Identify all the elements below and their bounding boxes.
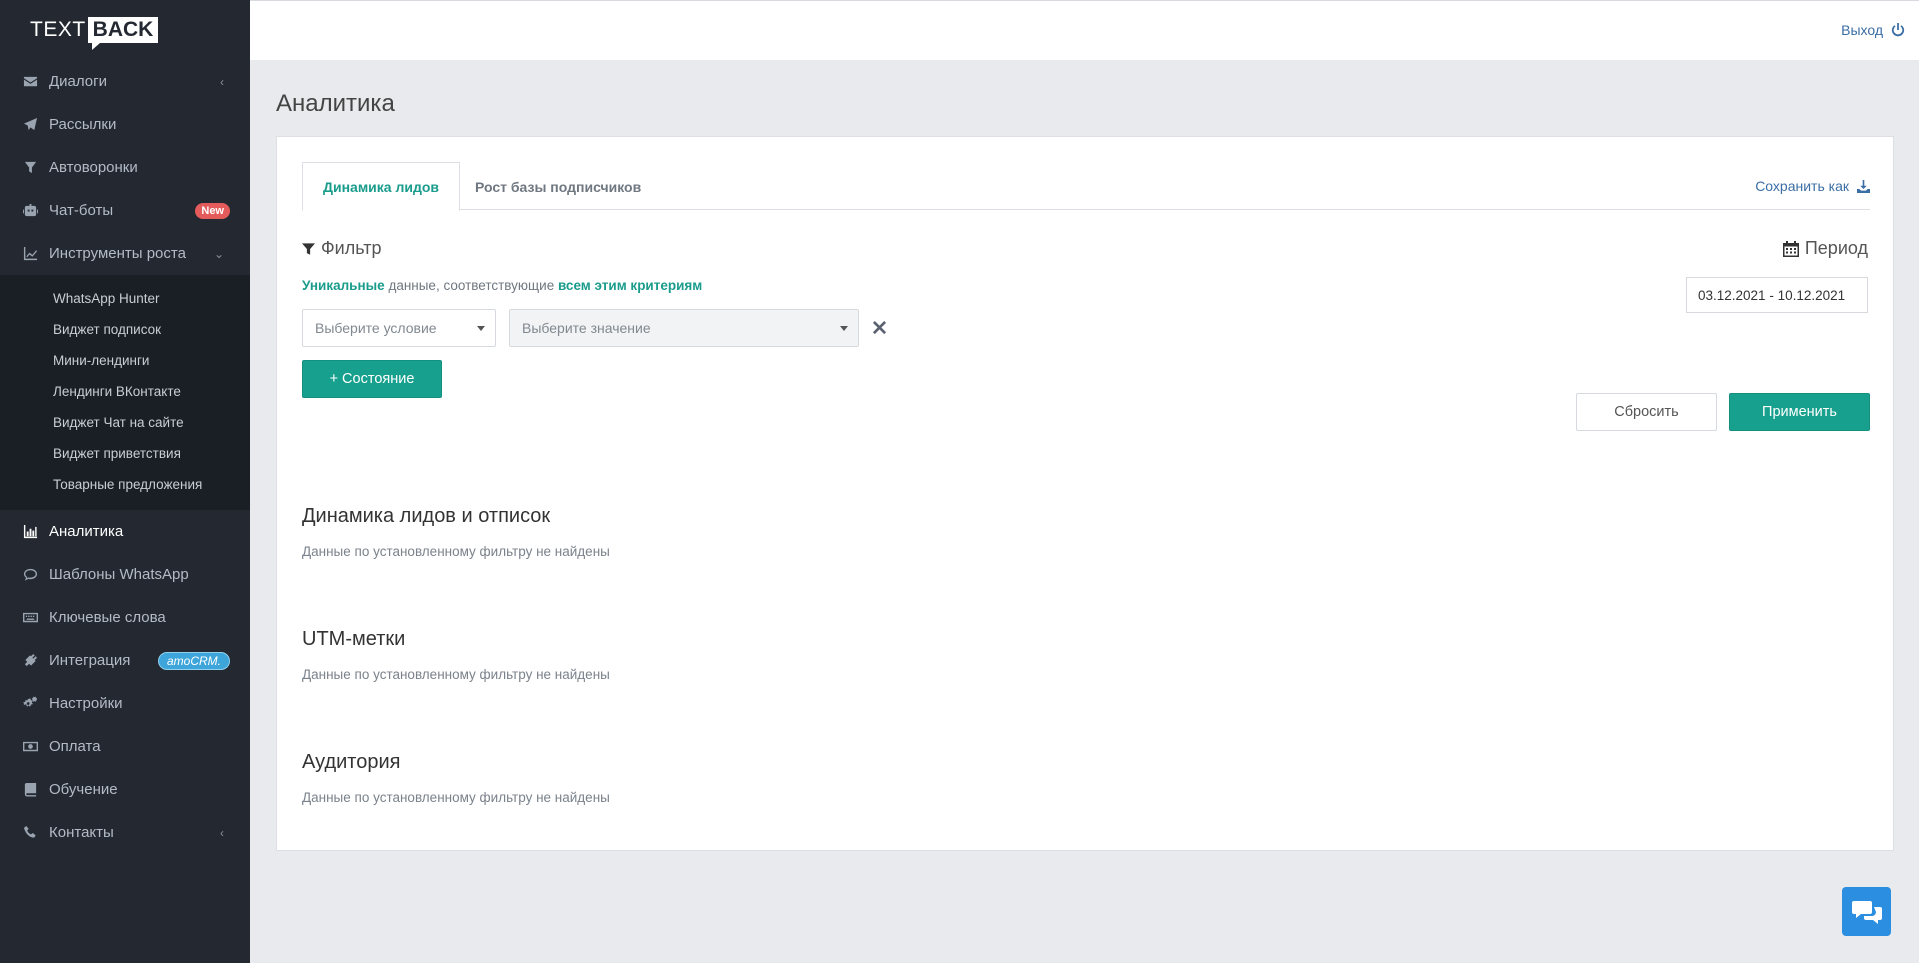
- sidebar-item-label: Шаблоны WhatsApp: [49, 566, 189, 583]
- value-select-placeholder: Выберите значение: [522, 320, 651, 336]
- sidebar-item-label: Рассылки: [49, 116, 117, 133]
- submenu-item-welcome-widget[interactable]: Виджет приветствия: [0, 438, 250, 469]
- sidebar-item-label: Аналитика: [49, 523, 124, 540]
- sidebar-item-label: Настройки: [49, 695, 123, 712]
- money-icon: [22, 739, 38, 755]
- add-state-button[interactable]: + Состояние: [302, 360, 442, 398]
- sidebar-item-label: Контакты: [49, 824, 114, 841]
- sidebar-item-label: Ключевые слова: [49, 609, 166, 626]
- logout-label: Выход: [1841, 22, 1883, 38]
- date-range-input[interactable]: 03.12.2021 - 10.12.2021: [1686, 277, 1868, 313]
- tab-bar: Динамика лидов Рост базы подписчиков Сох…: [302, 162, 1870, 211]
- section-empty-note: Данные по установленному фильтру не найд…: [302, 544, 610, 559]
- sidebar-item-integration[interactable]: Интеграция amoCRM.: [0, 639, 250, 682]
- submenu-item-product-offers[interactable]: Товарные предложения: [0, 469, 250, 500]
- sidebar-item-mailings[interactable]: Рассылки: [0, 103, 250, 146]
- sidebar-item-learning[interactable]: Обучение: [0, 768, 250, 811]
- filter-icon: [302, 242, 315, 255]
- section-title-audience: Аудитория: [302, 751, 401, 773]
- apply-button[interactable]: Применить: [1729, 393, 1870, 431]
- save-as-label: Сохранить как: [1755, 178, 1849, 194]
- chat-bubbles-icon: [1851, 900, 1882, 924]
- sidebar-item-label: Обучение: [49, 781, 118, 798]
- download-icon: [1857, 179, 1870, 193]
- new-badge: New: [195, 202, 230, 219]
- sidebar-item-label: Чат-боты: [49, 202, 114, 219]
- sidebar-item-analytics[interactable]: Аналитика: [0, 510, 250, 553]
- caret-down-icon: [840, 326, 848, 331]
- section-empty-note: Данные по установленному фильтру не найд…: [302, 790, 610, 805]
- logout-button[interactable]: Выход: [1841, 22, 1905, 38]
- calendar-icon: [1782, 240, 1799, 257]
- value-select[interactable]: Выберите значение: [509, 309, 859, 347]
- amocrm-badge: amoCRM.: [157, 651, 230, 670]
- reset-button[interactable]: Сбросить: [1576, 393, 1717, 431]
- top-bar: Выход: [250, 0, 1919, 60]
- book-icon: [22, 782, 38, 798]
- chat-support-button[interactable]: [1842, 887, 1891, 936]
- close-icon: [872, 320, 886, 334]
- growth-tools-submenu: WhatsApp Hunter Виджет подписок Мини-лен…: [0, 275, 250, 510]
- logo-back-part: BACK: [87, 17, 159, 50]
- sidebar-item-dialogs[interactable]: Диалоги ‹: [0, 60, 250, 103]
- tab-subscriber-growth[interactable]: Рост базы подписчиков: [455, 162, 661, 211]
- paper-plane-icon: [22, 117, 38, 133]
- submenu-item-whatsapp-hunter[interactable]: WhatsApp Hunter: [0, 283, 250, 314]
- sidebar: TEXT BACK Диалоги ‹ Рассылки Автоворонки…: [0, 0, 250, 963]
- filter-criteria-text: Уникальные данные, соответствующие всем …: [302, 278, 702, 293]
- criteria-unique-link[interactable]: Уникальные: [302, 278, 385, 293]
- chevron-left-icon: ‹: [220, 825, 224, 840]
- section-title-utm: UTM-метки: [302, 628, 406, 650]
- filter-title: Фильтр: [321, 238, 382, 258]
- filter-heading: Фильтр: [302, 238, 381, 259]
- bar-chart-icon: [22, 524, 38, 540]
- analytics-panel: Динамика лидов Рост базы подписчиков Сох…: [276, 136, 1894, 851]
- sidebar-item-settings[interactable]: Настройки: [0, 682, 250, 725]
- caret-down-icon: [477, 326, 485, 331]
- submenu-item-mini-landings[interactable]: Мини-лендинги: [0, 345, 250, 376]
- sidebar-item-label: Инструменты роста: [49, 245, 186, 262]
- sidebar-item-autofunnels[interactable]: Автоворонки: [0, 146, 250, 189]
- remove-condition-button[interactable]: [870, 318, 888, 336]
- logo-text-part: TEXT: [30, 18, 86, 41]
- comment-icon: [22, 567, 38, 583]
- period-heading: Период: [1782, 238, 1868, 259]
- chevron-down-icon: ⌄: [213, 246, 224, 261]
- power-icon: [1891, 23, 1905, 37]
- save-as-button[interactable]: Сохранить как: [1755, 178, 1870, 194]
- sidebar-item-chatbots[interactable]: Чат-боты New: [0, 189, 250, 232]
- submenu-item-vk-landings[interactable]: Лендинги ВКонтакте: [0, 376, 250, 407]
- section-empty-note: Данные по установленному фильтру не найд…: [302, 667, 610, 682]
- tab-leads-dynamics[interactable]: Динамика лидов: [302, 162, 461, 211]
- sidebar-item-label: Интеграция: [49, 652, 131, 669]
- submenu-item-site-chat-widget[interactable]: Виджет Чат на сайте: [0, 407, 250, 438]
- condition-select-placeholder: Выберите условие: [315, 320, 437, 336]
- plug-icon: [22, 653, 38, 669]
- envelope-icon: [22, 74, 38, 90]
- submenu-item-subscription-widget[interactable]: Виджет подписок: [0, 314, 250, 345]
- sidebar-item-label: Оплата: [49, 738, 101, 755]
- period-title: Период: [1804, 238, 1868, 258]
- sidebar-item-label: Автоворонки: [49, 159, 138, 176]
- sidebar-item-payment[interactable]: Оплата: [0, 725, 250, 768]
- line-chart-icon: [22, 246, 38, 262]
- sidebar-item-growth-tools[interactable]: Инструменты роста ⌄: [0, 232, 250, 275]
- criteria-middle-text: данные, соответствующие: [388, 278, 555, 293]
- keyboard-icon: [22, 610, 38, 626]
- sidebar-item-contacts[interactable]: Контакты ‹: [0, 811, 250, 854]
- funnel-icon: [22, 160, 38, 176]
- textback-logo[interactable]: TEXT BACK: [0, 0, 250, 60]
- criteria-all-link[interactable]: всем этим критериям: [558, 278, 702, 293]
- chevron-left-icon: ‹: [220, 74, 224, 89]
- gears-icon: [22, 696, 38, 712]
- sidebar-item-whatsapp-templates[interactable]: Шаблоны WhatsApp: [0, 553, 250, 596]
- page-title: Аналитика: [276, 90, 395, 117]
- phone-icon: [22, 825, 38, 841]
- sidebar-item-label: Диалоги: [49, 73, 107, 90]
- sidebar-item-keywords[interactable]: Ключевые слова: [0, 596, 250, 639]
- condition-select[interactable]: Выберите условие: [302, 309, 496, 347]
- robot-icon: [22, 203, 38, 219]
- section-title-leads-dynamics: Динамика лидов и отписок: [302, 505, 551, 527]
